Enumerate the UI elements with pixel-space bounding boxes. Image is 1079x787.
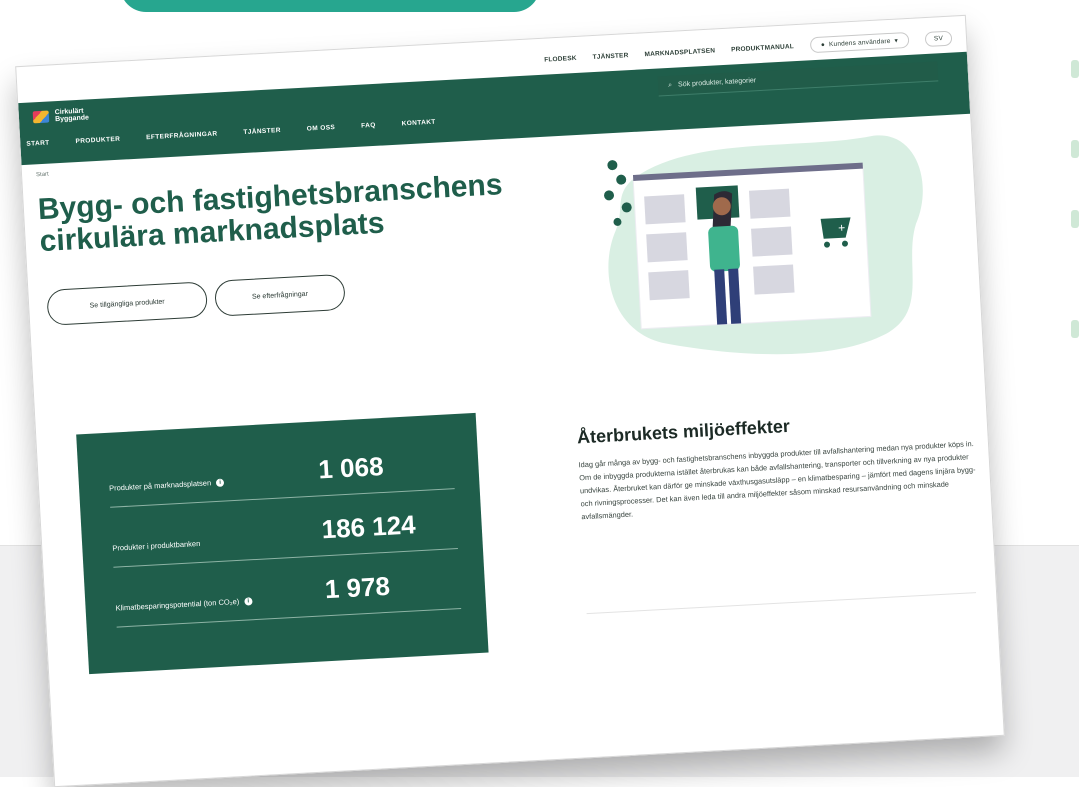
nav-item-efterfragningar[interactable]: Efterfrågningar (146, 130, 218, 141)
stat-value: 186 124 (320, 509, 417, 545)
nav-item-tjanster[interactable]: Tjänster (243, 127, 281, 136)
logo-icon (32, 110, 50, 124)
shopping-illustration: + (604, 135, 923, 355)
nav-item-produkter[interactable]: Produkter (75, 136, 120, 145)
nav-item-start[interactable]: Start (26, 140, 50, 148)
brand-logo[interactable]: Cirkulärt Byggande (32, 106, 116, 124)
stat-label: Produkter i produktbanken (112, 538, 201, 553)
top-link-1[interactable]: Flodesk (544, 54, 577, 63)
top-link-3[interactable]: Marknadsplatsen (644, 47, 715, 58)
stats-panel: Produkter på marknadsplatsen i 1 068 Pro… (76, 412, 489, 675)
nav-menu: Start Produkter Efterfrågningar Tjänster… (26, 119, 436, 148)
stat-label: Produkter på marknadsplatsen (108, 478, 212, 493)
svg-text:+: + (838, 221, 846, 235)
effects-text: Idag går många av bygg- och fastighetsbr… (578, 438, 976, 522)
stat-value: 1 068 (317, 450, 385, 485)
brand-name: Cirkulärt Byggande (54, 107, 90, 124)
account-label: Kundens användare (828, 37, 891, 48)
hero-title: Bygg- och fastighetsbranschens cirkulära… (37, 168, 504, 259)
breadcrumb[interactable]: Start (36, 172, 49, 179)
divider (586, 592, 977, 615)
chevron-down-icon: ▾ (894, 37, 899, 45)
search-input[interactable]: ⌕ Sök produkter, kategorier (657, 61, 939, 97)
nav-item-om-oss[interactable]: Om oss (307, 124, 336, 133)
account-button[interactable]: ● Kundens användare ▾ (809, 31, 910, 54)
info-icon[interactable]: i (215, 478, 225, 487)
see-requests-button[interactable]: Se efterfrågningar (214, 273, 346, 317)
user-icon: ● (820, 40, 826, 49)
stat-row: Klimatbesparingspotential (ton CO₂e) i 1… (113, 554, 462, 628)
right-edge-marks (1065, 60, 1079, 360)
website-screenshot: Flodesk Tjänster Marknadsplatsen Produkt… (15, 14, 1005, 787)
effects-section: Återbrukets miljöeffekter Idag går många… (577, 406, 982, 523)
stat-label: Klimatbesparingspotential (ton CO₂e) (115, 596, 240, 613)
see-products-button[interactable]: Se tillgängliga produkter (46, 281, 209, 326)
language-select[interactable]: SV (924, 30, 953, 47)
teal-banner-shape (120, 0, 540, 12)
nav-item-faq[interactable]: FAQ (361, 122, 376, 130)
top-link-2[interactable]: Tjänster (592, 52, 628, 61)
nav-item-kontakt[interactable]: Kontakt (401, 119, 435, 128)
top-link-4[interactable]: Produktmanual (731, 43, 794, 53)
search-placeholder: Sök produkter, kategorier (677, 77, 757, 89)
info-icon[interactable]: i (244, 596, 253, 606)
search-icon: ⌕ (667, 81, 673, 89)
stat-value: 1 978 (324, 570, 391, 605)
